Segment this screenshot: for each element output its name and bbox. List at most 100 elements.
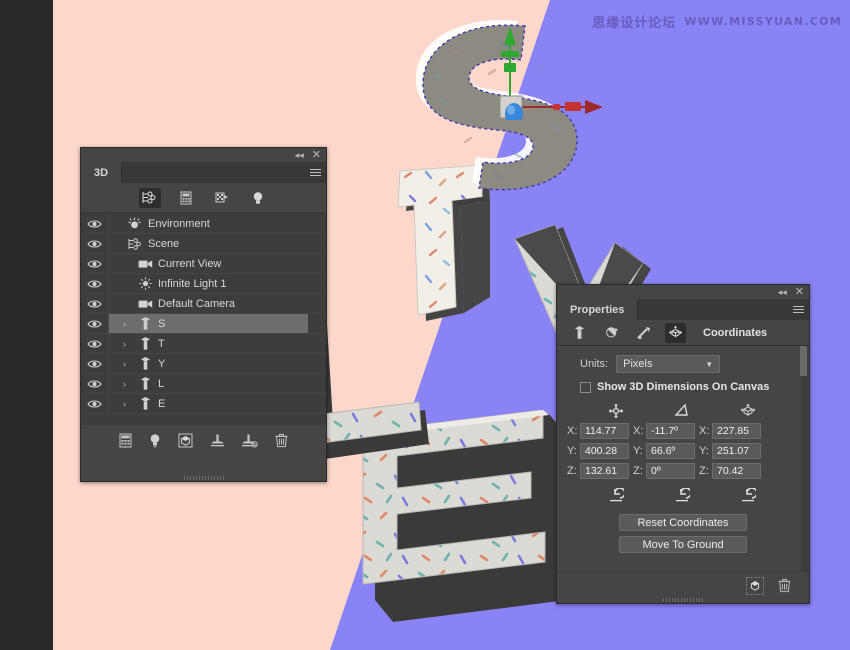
scene-icon[interactable] [138, 187, 161, 208]
chevron-right-icon[interactable]: › [123, 319, 132, 329]
close-icon[interactable]: ✕ [312, 149, 321, 161]
panel-3d-tabstrip[interactable]: 3D [81, 162, 326, 183]
tree-row-default-camera[interactable]: Default Camera [81, 294, 326, 314]
scale-x-field[interactable]: 227.85 [712, 423, 761, 439]
visibility-eye-icon[interactable] [81, 334, 109, 353]
add-light-icon[interactable] [149, 433, 161, 448]
tab-3d[interactable]: 3D [81, 162, 123, 183]
visibility-eye-icon[interactable] [81, 294, 109, 313]
panel-properties[interactable]: ◂◂ ✕ Properties Coordinates Units: Pixel… [556, 284, 810, 604]
tree-row-content[interactable]: › Y [109, 354, 308, 373]
coordinate-row-y[interactable]: Y: 400.28 Y: 66.6º Y: 251.07 [567, 441, 809, 461]
position-z-field[interactable]: 132.61 [580, 463, 629, 479]
scale-y-field[interactable]: 251.07 [712, 443, 761, 459]
show-dimensions-row[interactable]: Show 3D Dimensions On Canvas [557, 381, 809, 393]
watermark-url: WWW.MISSYUAN.COM [684, 15, 842, 28]
visibility-eye-icon[interactable] [81, 394, 109, 413]
tree-row-content[interactable]: Default Camera [109, 294, 308, 313]
chevron-right-icon[interactable]: › [123, 339, 132, 349]
scene-tree[interactable]: Environment Scene Current View Infinite Lig… [81, 213, 326, 425]
panel-3d-footer[interactable] [81, 425, 326, 455]
reset-coordinates-button[interactable]: Reset Coordinates [619, 514, 747, 531]
mesh-icon[interactable] [175, 188, 197, 208]
scale-z-field[interactable]: 70.42 [712, 463, 761, 479]
tree-row-s[interactable]: › S [81, 314, 326, 334]
visibility-eye-icon[interactable] [81, 314, 109, 333]
tree-row-y[interactable]: › Y [81, 354, 326, 374]
reset-position-icon[interactable] [608, 487, 626, 505]
mesh-icon [137, 316, 153, 331]
materials-icon[interactable] [211, 188, 233, 208]
render-icon[interactable] [746, 576, 764, 595]
light-icon[interactable] [633, 323, 654, 343]
coordinate-row-z[interactable]: Z: 132.61 Z: 0º Z: 70.42 [567, 461, 809, 481]
visibility-eye-icon[interactable] [81, 254, 109, 273]
lights-icon[interactable] [247, 188, 269, 208]
rotation-x-field[interactable]: -11.7º [646, 423, 695, 439]
delete-icon[interactable] [275, 433, 288, 448]
panel-resize-grip[interactable] [663, 598, 703, 602]
tree-row-content[interactable]: Current View [109, 254, 308, 273]
visibility-eye-icon[interactable] [81, 234, 109, 253]
properties-scrollbar-thumb[interactable] [800, 346, 807, 376]
rotation-y-label: Y: [633, 445, 643, 457]
add-mesh-icon[interactable] [119, 433, 132, 448]
tree-row-content[interactable]: › T [109, 334, 308, 353]
tree-row-content[interactable]: Scene [109, 234, 308, 253]
tree-row-e[interactable]: › E [81, 394, 326, 414]
reset-rotation-icon[interactable] [674, 487, 692, 505]
properties-mode-toolbar[interactable]: Coordinates [557, 320, 809, 346]
panel-3d[interactable]: ◂◂ ✕ 3D Environment Scene Current View I… [80, 147, 327, 482]
position-y-field[interactable]: 400.28 [580, 443, 629, 459]
tree-row-environment[interactable]: Environment [81, 214, 326, 234]
tree-row-l[interactable]: › L [81, 374, 326, 394]
tree-row-content[interactable]: Infinite Light 1 [109, 274, 308, 293]
panel-properties-tabstrip[interactable]: Properties [557, 299, 809, 320]
add-ground-plane-icon[interactable] [210, 433, 225, 448]
reset-axis-row[interactable] [557, 487, 809, 505]
panel-resize-grip[interactable] [183, 476, 224, 480]
visibility-eye-icon[interactable] [81, 214, 109, 233]
panel-properties-footer[interactable] [557, 571, 809, 599]
tree-row-scene[interactable]: Scene [81, 234, 326, 254]
close-icon[interactable]: ✕ [795, 286, 804, 298]
visibility-eye-icon[interactable] [81, 374, 109, 393]
scene-filter-toolbar[interactable] [81, 183, 326, 213]
chevron-right-icon[interactable]: › [123, 359, 132, 369]
units-select[interactable]: Pixels ▼ [616, 355, 721, 373]
tree-row-label: Environment [148, 217, 210, 230]
panel-menu-icon[interactable] [304, 162, 326, 183]
materials-icon[interactable] [601, 323, 622, 343]
tree-row-infinite-light-1[interactable]: Infinite Light 1 [81, 274, 326, 294]
delete-icon[interactable] [778, 578, 791, 593]
rotation-z-field[interactable]: 0º [646, 463, 695, 479]
move-to-ground-button[interactable]: Move To Ground [619, 536, 747, 553]
remove-ground-plane-icon[interactable] [242, 433, 258, 448]
show-dimensions-checkbox[interactable] [580, 381, 591, 393]
chevron-right-icon[interactable]: › [123, 379, 132, 389]
visibility-eye-icon[interactable] [81, 354, 109, 373]
tree-row-content[interactable]: › S [109, 314, 308, 333]
coordinates-icon[interactable] [665, 322, 686, 343]
render-icon[interactable] [178, 433, 193, 448]
properties-scrollbar-track[interactable] [800, 346, 808, 571]
tree-row-current-view[interactable]: Current View [81, 254, 326, 274]
position-z-label: Z: [567, 465, 577, 477]
reset-scale-icon[interactable] [740, 487, 758, 505]
collapse-icon[interactable]: ◂◂ [778, 287, 787, 297]
tree-row-content[interactable]: Environment [109, 214, 308, 233]
collapse-icon[interactable]: ◂◂ [295, 150, 304, 160]
tree-row-content[interactable]: › L [109, 374, 308, 393]
chevron-right-icon[interactable]: › [123, 399, 132, 409]
coordinate-row-x[interactable]: X: 114.77 X: -11.7º X: 227.85 [567, 421, 809, 441]
visibility-eye-icon[interactable] [81, 274, 109, 293]
rotation-y-field[interactable]: 66.6º [646, 443, 695, 459]
tree-row-t[interactable]: › T [81, 334, 326, 354]
position-x-field[interactable]: 114.77 [580, 423, 629, 439]
axis-gizmo[interactable] [457, 25, 607, 120]
mesh-icon[interactable] [569, 323, 590, 343]
coordinate-fields[interactable]: X: 114.77 X: -11.7º X: 227.85 Y: 400.28 Y: 66… [557, 421, 809, 481]
panel-menu-icon[interactable] [787, 299, 809, 320]
tab-properties[interactable]: Properties [557, 299, 639, 320]
tree-row-content[interactable]: › E [109, 394, 308, 413]
